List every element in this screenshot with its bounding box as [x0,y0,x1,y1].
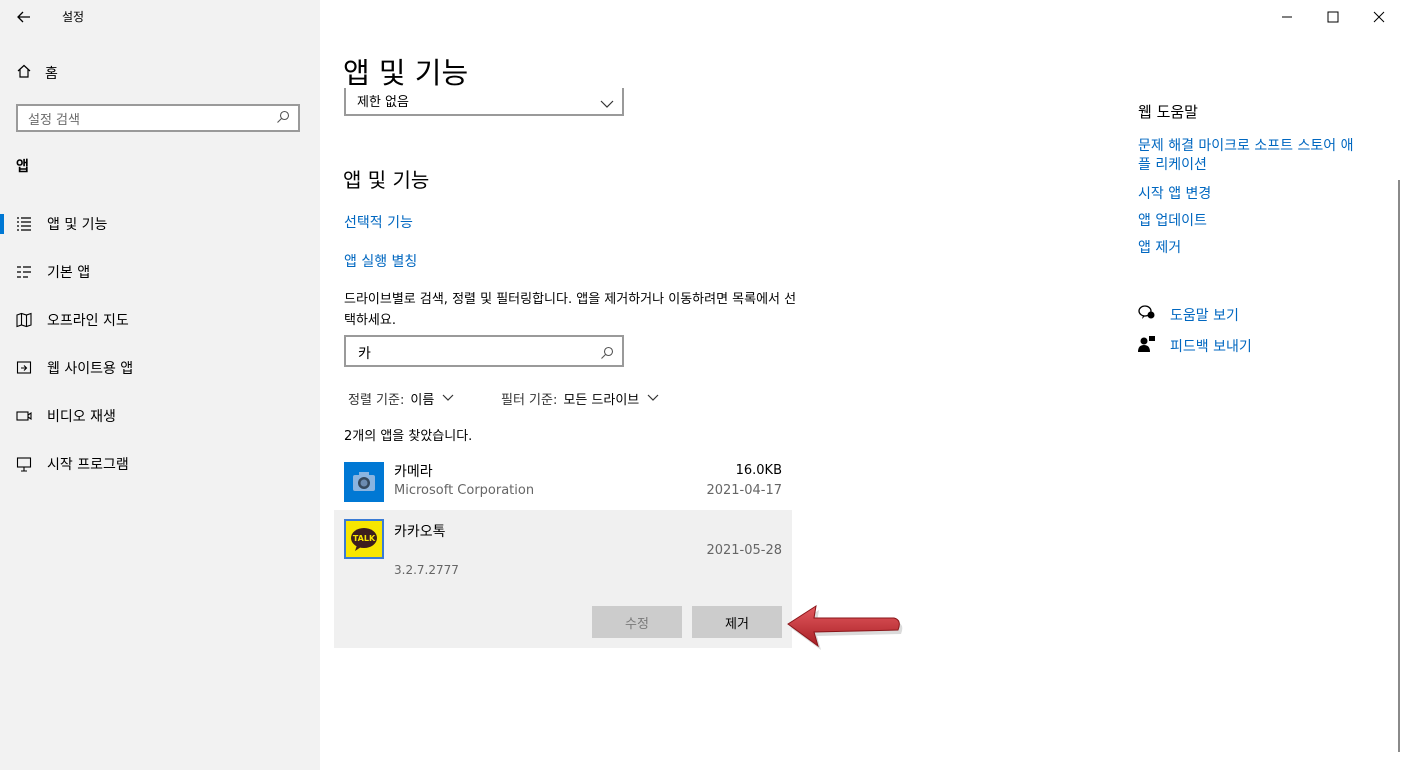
app-name: 카메라 [394,464,433,480]
map-icon [16,312,32,328]
search-icon [600,345,614,364]
scrollbar[interactable] [1398,180,1400,752]
help-link-line: 플 리케이션 [1138,157,1207,173]
help-link-troubleshoot-store[interactable]: 문제 해결 마이크로 소프트 스토어 애 플 리케이션 [1138,137,1388,175]
chevron-down-icon [600,94,614,113]
web-apps-icon [16,360,32,376]
app-search-input[interactable]: 카 [344,335,624,367]
app-search-value: 카 [358,346,371,362]
section-title: 앱 및 기능 [343,168,430,192]
sidebar-item-web-apps[interactable]: 웹 사이트용 앱 [0,350,320,386]
sidebar-item-label: 기본 앱 [47,265,91,281]
settings-search-placeholder: 설정 검색 [28,112,80,128]
feedback-link[interactable]: 피드백 보내기 [1138,335,1252,357]
app-size: 16.0KB [735,463,782,478]
chevron-down-icon [434,391,454,406]
minimize-button[interactable] [1276,6,1298,28]
sidebar-item-label: 웹 사이트용 앱 [47,361,134,377]
web-help-title: 웹 도움말 [1138,103,1198,121]
startup-icon [16,456,32,472]
sidebar-item-video-playback[interactable]: 비디오 재생 [0,398,320,434]
app-source-dropdown[interactable]: 제한 없음 [344,88,624,116]
filter-dropdown[interactable]: 필터 기준: 모든 드라이브 [501,389,659,408]
home-icon [16,63,32,83]
app-execution-alias-link[interactable]: 앱 실행 별칭 [344,251,417,271]
app-name: 카카오톡 [394,524,446,540]
maximize-button[interactable] [1322,6,1344,28]
back-arrow-icon[interactable] [14,7,34,27]
apps-features-icon [16,216,32,232]
kakaotalk-icon-text: TALK [353,534,376,543]
kakaotalk-app-icon: TALK [344,519,384,559]
annotation-arrow-icon [782,600,906,664]
optional-features-link[interactable]: 선택적 기능 [344,212,413,232]
sort-value: 이름 [410,393,435,408]
sidebar-item-default-apps[interactable]: 기본 앱 [0,254,320,290]
app-list-item[interactable]: 카메라 Microsoft Corporation 16.0KB 2021-04… [334,454,792,510]
chat-help-icon [1138,304,1156,326]
help-link-update-apps[interactable]: 앱 업데이트 [1138,210,1207,230]
dropdown-value: 제한 없음 [357,95,409,110]
sidebar-item-startup[interactable]: 시작 프로그램 [0,446,320,482]
sidebar: 설정 홈 설정 검색 앱 앱 및 기능 기본 앱 오프라인 지도 웹 사이트용 … [0,0,320,770]
camera-app-icon [344,462,384,502]
sort-dropdown[interactable]: 정렬 기준: 이름 [348,389,454,408]
app-publisher: Microsoft Corporation [394,483,535,498]
filter-value: 모든 드라이브 [563,393,640,408]
window-title: 설정 [62,10,85,24]
settings-search-input[interactable]: 설정 검색 [16,104,300,132]
modify-button[interactable]: 수정 [592,606,682,638]
help-link-line: 문제 해결 마이크로 소프트 스토어 애 [1138,138,1354,154]
app-version: 3.2.7.2777 [394,563,459,577]
feedback-icon [1138,335,1156,357]
result-count: 2개의 앱을 찾았습니다. [344,429,473,444]
filter-key: 필터 기준: [501,393,558,408]
sidebar-item-label: 오프라인 지도 [47,313,129,329]
help-link-change-startup[interactable]: 시작 앱 변경 [1138,183,1211,203]
nav-home-label: 홈 [45,66,58,82]
search-icon [276,109,290,128]
video-icon [16,408,32,424]
help-link-remove-apps[interactable]: 앱 제거 [1138,237,1181,257]
app-date: 2021-04-17 [706,483,782,498]
sidebar-item-offline-maps[interactable]: 오프라인 지도 [0,302,320,338]
sidebar-item-label: 앱 및 기능 [47,217,108,233]
sidebar-item-label: 시작 프로그램 [47,457,129,473]
sidebar-item-apps-features[interactable]: 앱 및 기능 [0,206,320,242]
get-help-label: 도움말 보기 [1170,308,1239,324]
chevron-down-icon [639,391,659,406]
section-label-apps: 앱 [16,159,29,175]
app-list-item-selected[interactable]: TALK 카카오톡 2021-05-28 3.2.7.2777 수정 제거 [334,510,792,648]
feedback-label: 피드백 보내기 [1170,339,1252,355]
sort-key: 정렬 기준: [348,393,405,408]
default-apps-icon [16,264,32,280]
get-help-link[interactable]: 도움말 보기 [1138,304,1239,326]
close-button[interactable] [1368,6,1390,28]
description-text: 드라이브별로 검색, 정렬 및 필터링합니다. 앱을 제거하거나 이동하려면 목… [344,292,797,328]
sidebar-item-label: 비디오 재생 [47,409,116,425]
uninstall-button[interactable]: 제거 [692,606,782,638]
app-date: 2021-05-28 [706,543,782,558]
page-title: 앱 및 기능 [343,56,469,90]
nav-home[interactable]: 홈 [16,62,58,84]
